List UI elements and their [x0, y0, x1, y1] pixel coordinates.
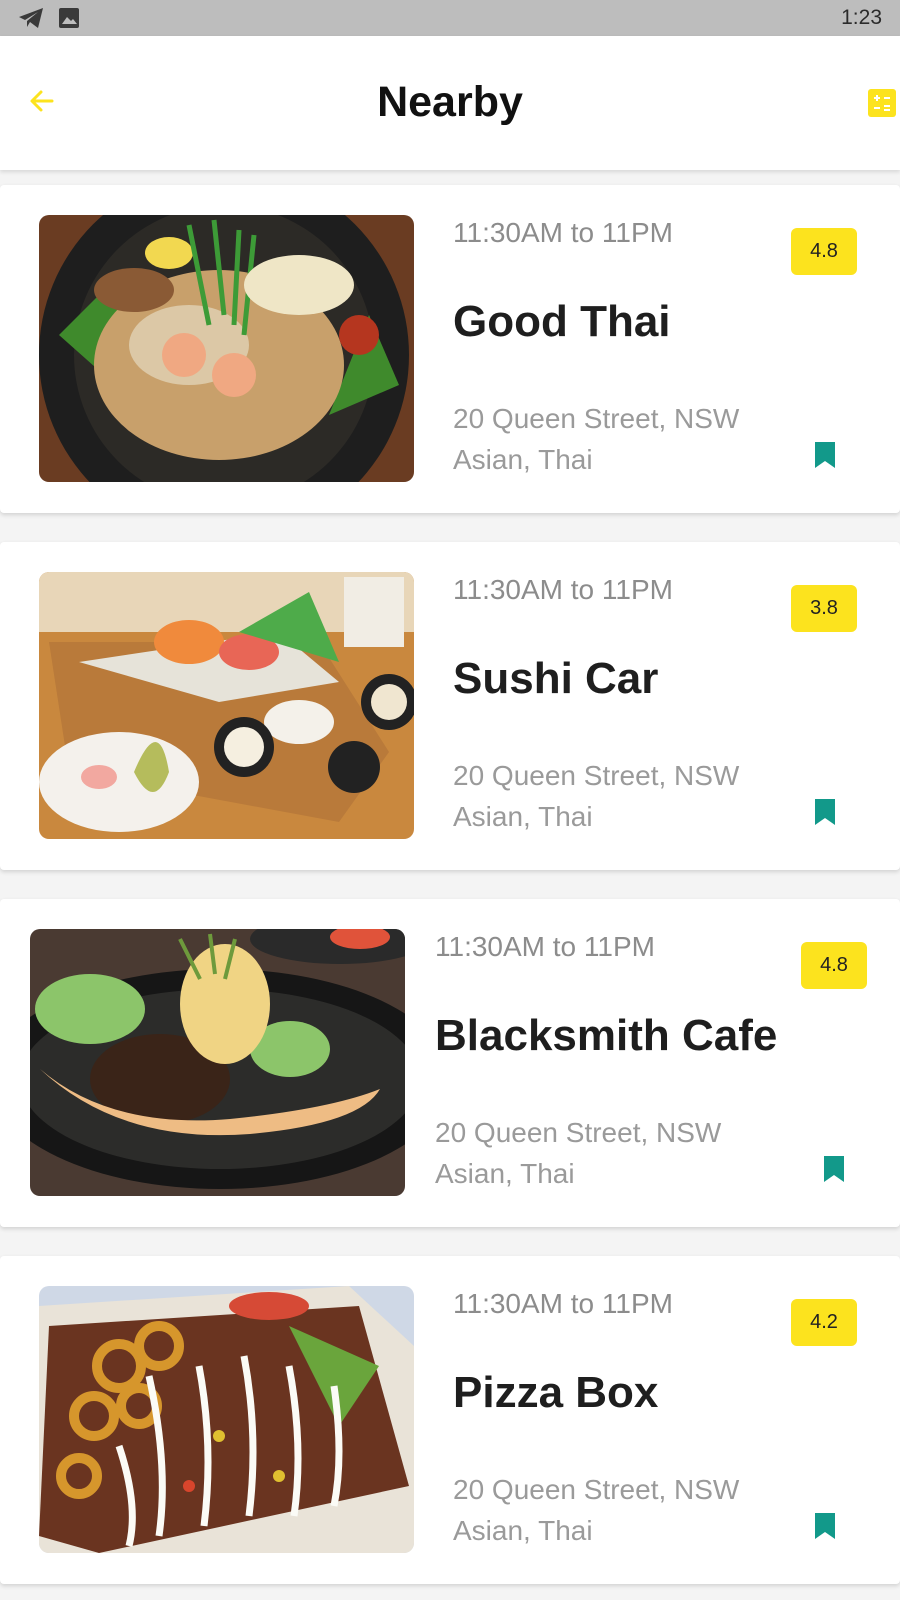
- calculator-button[interactable]: [868, 89, 896, 117]
- restaurant-photo: [39, 572, 414, 839]
- bookmark-icon: [815, 799, 835, 825]
- restaurant-photo: [39, 215, 414, 482]
- rating-badge: 4.2: [791, 1299, 857, 1346]
- calculator-icon: [874, 95, 890, 111]
- restaurant-card[interactable]: 11:30AM to 11PM 4.8 Good Thai 20 Queen S…: [0, 185, 900, 513]
- rating-badge: 4.8: [791, 228, 857, 275]
- opening-hours: 11:30AM to 11PM: [453, 574, 673, 605]
- restaurant-name: Blacksmith Cafe: [435, 1011, 778, 1060]
- restaurant-name: Pizza Box: [453, 1368, 659, 1417]
- status-time: 1:23: [841, 6, 882, 29]
- opening-hours: 11:30AM to 11PM: [453, 1288, 673, 1319]
- rating-badge: 3.8: [791, 585, 857, 632]
- restaurant-card[interactable]: 11:30AM to 11PM 3.8 Sushi Car 20 Queen S…: [0, 542, 900, 870]
- restaurant-address: 20 Queen Street, NSW: [435, 1117, 722, 1148]
- app-bar: Nearby: [0, 36, 900, 170]
- bookmark-button[interactable]: [813, 441, 837, 469]
- bookmark-icon: [815, 442, 835, 468]
- restaurant-card[interactable]: 11:30AM to 11PM 4.2 Pizza Box 20 Queen S…: [0, 1256, 900, 1584]
- restaurant-address: 20 Queen Street, NSW: [453, 760, 740, 791]
- status-bar: 1:23: [0, 0, 900, 36]
- telegram-icon: [18, 7, 44, 29]
- restaurant-address: 20 Queen Street, NSW: [453, 1474, 740, 1505]
- restaurant-name: Sushi Car: [453, 654, 659, 703]
- restaurant-address: 20 Queen Street, NSW: [453, 403, 740, 434]
- restaurant-cuisine: Asian, Thai: [453, 444, 593, 475]
- bookmark-icon: [815, 1513, 835, 1539]
- page-title: Nearby: [377, 78, 523, 126]
- opening-hours: 11:30AM to 11PM: [453, 217, 673, 248]
- restaurant-cuisine: Asian, Thai: [435, 1158, 575, 1189]
- restaurant-photo: [39, 1286, 414, 1553]
- bookmark-icon: [824, 1156, 844, 1182]
- restaurant-photo: [30, 929, 405, 1196]
- restaurant-card[interactable]: 11:30AM to 11PM 4.8 Blacksmith Cafe 20 Q…: [0, 899, 900, 1227]
- bookmark-button[interactable]: [813, 798, 837, 826]
- restaurant-name: Good Thai: [453, 297, 671, 346]
- restaurant-cuisine: Asian, Thai: [453, 801, 593, 832]
- bookmark-button[interactable]: [813, 1512, 837, 1540]
- opening-hours: 11:30AM to 11PM: [435, 931, 655, 962]
- image-icon: [58, 7, 80, 29]
- bookmark-button[interactable]: [822, 1155, 846, 1183]
- restaurant-cuisine: Asian, Thai: [453, 1515, 593, 1546]
- rating-badge: 4.8: [801, 942, 867, 989]
